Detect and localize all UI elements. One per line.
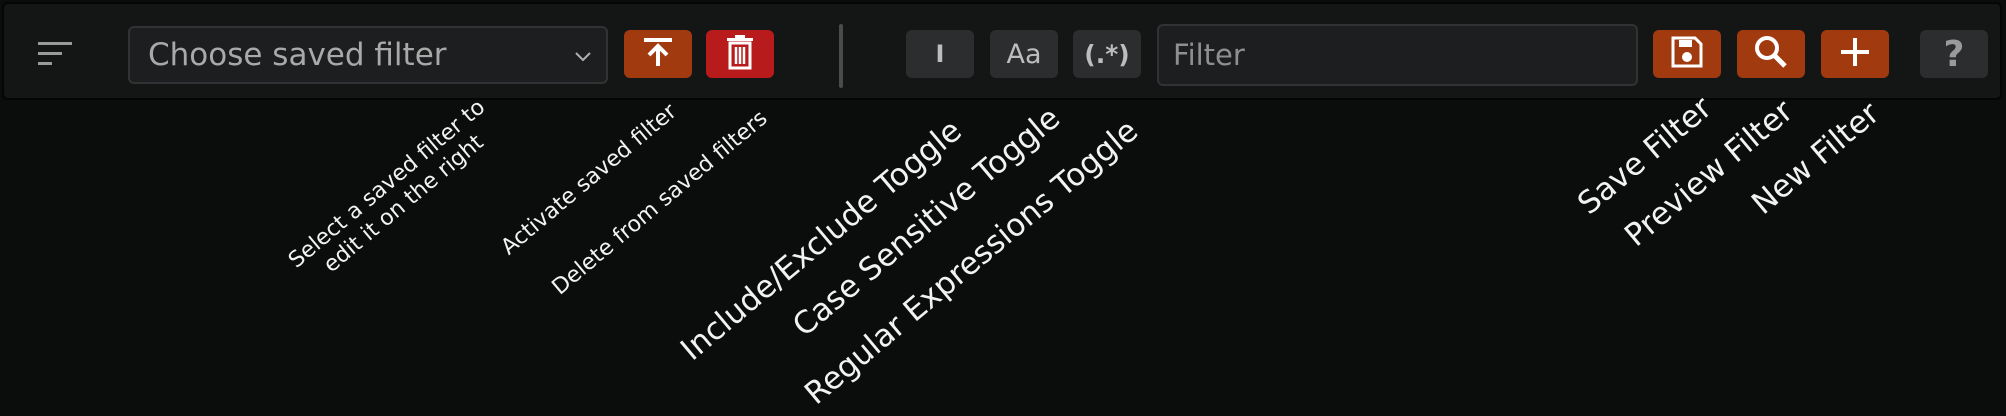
search-icon <box>1753 34 1789 74</box>
save-disk-icon <box>1670 35 1704 73</box>
case-sensitive-glyph: Aa <box>1006 38 1042 70</box>
saved-filter-select[interactable]: Choose saved filter <box>128 26 608 84</box>
delete-saved-filter-button[interactable] <box>706 30 774 78</box>
trash-icon <box>724 34 756 74</box>
new-filter-button[interactable] <box>1821 30 1889 78</box>
plus-icon <box>1838 35 1872 73</box>
toolbar-divider <box>839 24 843 88</box>
help-glyph: ? <box>1943 33 1965 75</box>
filter-input-container <box>1157 24 1638 86</box>
sort-lines-icon[interactable] <box>32 34 80 74</box>
help-button[interactable]: ? <box>1920 30 1988 78</box>
filter-toolbar: Choose saved filter I Aa (.*) Filter ? <box>2 2 2002 100</box>
include-exclude-toggle[interactable]: I <box>906 30 974 78</box>
upload-arrow-icon <box>641 35 675 73</box>
annotation-activate-saved: Activate saved filter <box>496 99 682 261</box>
annotation-select-saved: Select a saved filter to edit it on the … <box>284 94 491 279</box>
regex-toggle[interactable]: (.*) <box>1073 30 1141 78</box>
chevron-down-icon <box>570 42 596 78</box>
filter-input[interactable] <box>1171 37 1636 73</box>
preview-filter-button[interactable] <box>1737 30 1805 78</box>
include-exclude-glyph: I <box>935 40 945 68</box>
activate-saved-filter-button[interactable] <box>624 30 692 78</box>
regex-glyph: (.*) <box>1084 39 1130 69</box>
saved-filter-select-value: Choose saved filter <box>148 37 447 73</box>
case-sensitive-toggle[interactable]: Aa <box>990 30 1058 78</box>
save-filter-button[interactable] <box>1653 30 1721 78</box>
